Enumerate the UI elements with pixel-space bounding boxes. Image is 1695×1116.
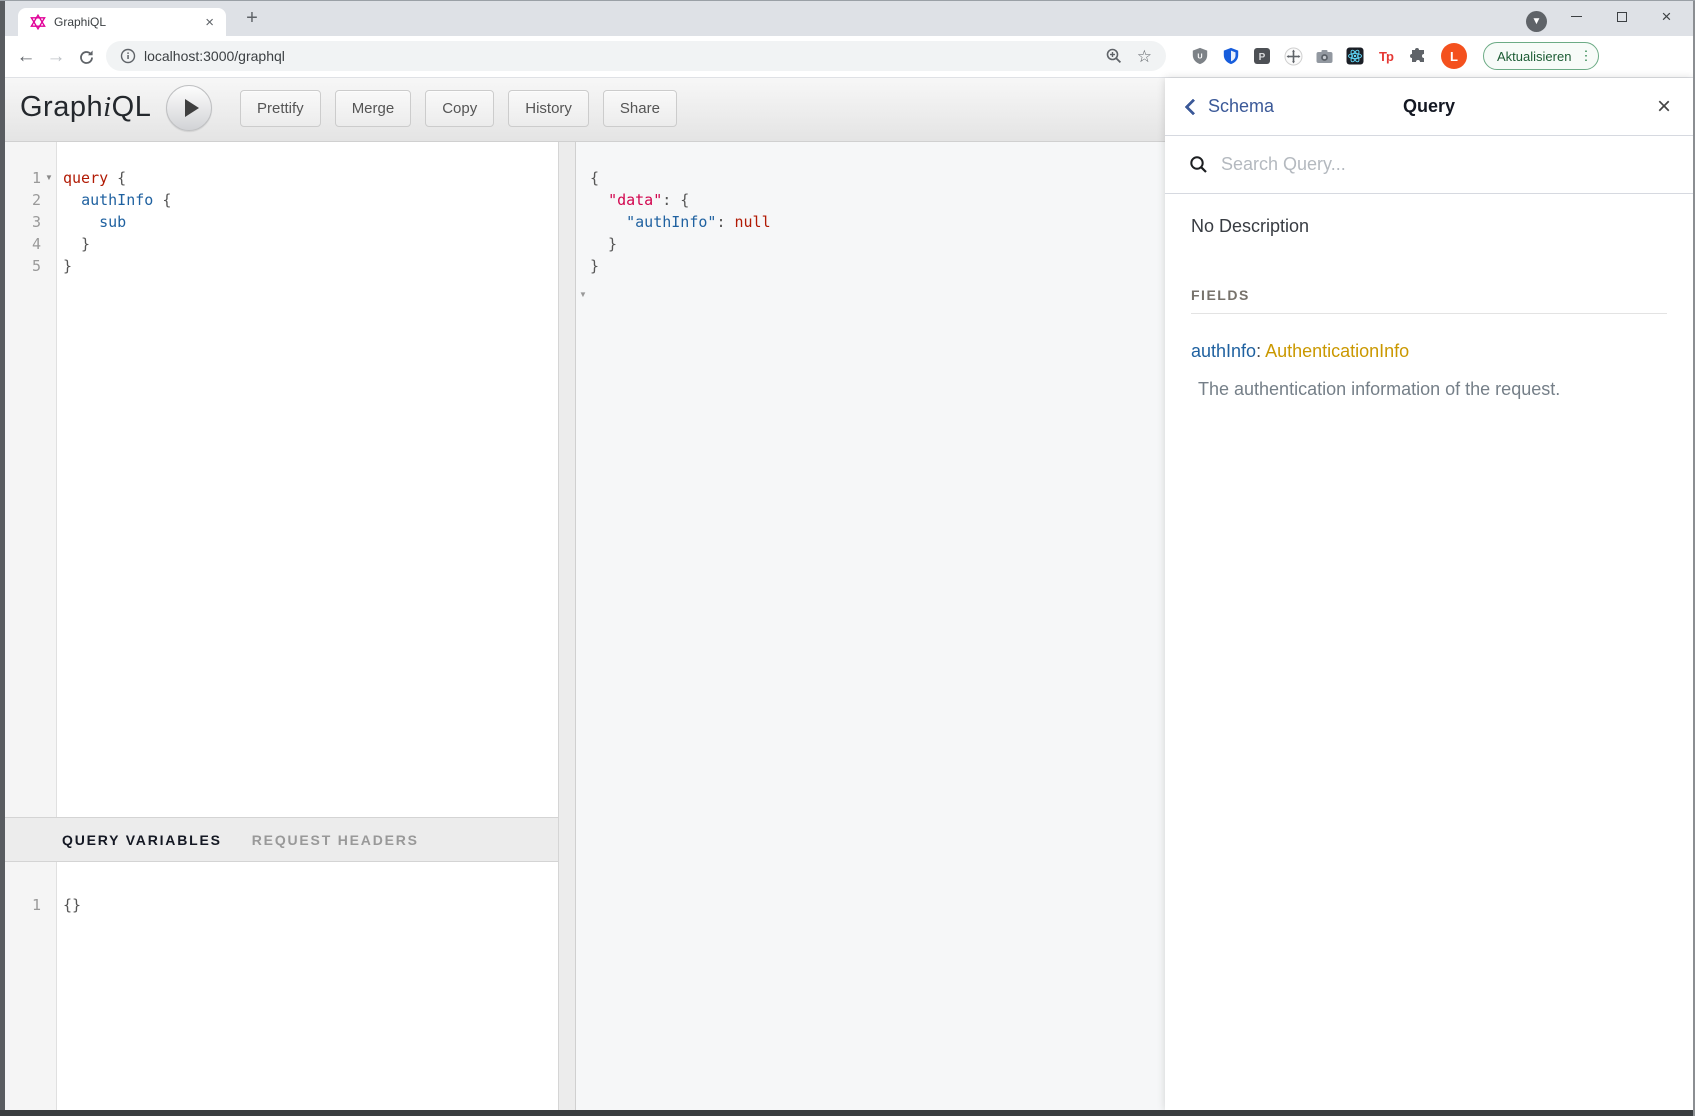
extension-react-devtools-icon[interactable] (1345, 46, 1365, 66)
page-info-icon[interactable] (120, 48, 136, 64)
type-name-link[interactable]: AuthenticationInfo (1265, 341, 1409, 361)
variables-title-bar: QUERY VARIABLES REQUEST HEADERS (5, 817, 558, 862)
line-number: 4 (5, 233, 41, 255)
close-icon[interactable]: × (1644, 0, 1689, 33)
extension-move-cross-icon[interactable] (1283, 46, 1303, 66)
query-variables-editor[interactable]: 1{} (5, 862, 558, 1110)
maximize-icon[interactable] (1599, 0, 1644, 33)
tab-close-icon[interactable]: × (201, 15, 218, 30)
graphql-favicon-icon (30, 14, 46, 30)
zoom-icon[interactable] (1105, 47, 1123, 65)
field-row: authInfo: AuthenticationInfo (1191, 341, 1667, 362)
window-controls: × (1554, 0, 1689, 33)
window-frame (0, 0, 1695, 1)
profile-avatar[interactable]: L (1441, 43, 1467, 69)
extension-tp-icon[interactable]: Tp (1376, 46, 1396, 66)
tab-title: GraphiQL (54, 15, 201, 29)
update-label: Aktualisieren (1497, 49, 1571, 64)
result-viewer[interactable]: ▼ { "data": { "authInfo": null }} (576, 142, 1165, 1110)
code-line: "data": { (584, 189, 1165, 211)
url-text: localhost:3000/graphql (144, 48, 1105, 64)
new-tab-button[interactable]: + (240, 6, 264, 30)
play-triangle-icon (185, 99, 199, 117)
query-editor[interactable]: 1▼query {2 authInfo {3 sub4 }5} (5, 142, 558, 817)
extension-gray-shield-icon[interactable]: U (1190, 46, 1210, 66)
code-line: 1{} (5, 894, 558, 916)
code-line: 3 sub (5, 211, 558, 233)
code-line: "authInfo": null (584, 211, 1165, 233)
reload-icon[interactable] (72, 43, 100, 71)
extension-camera-icon[interactable] (1314, 46, 1334, 66)
line-number: 1 (5, 167, 41, 189)
chrome-update-button[interactable]: Aktualisieren ⋮ (1483, 42, 1599, 70)
graphiql-topbar: GraphiQL Prettify Merge Copy History Share (5, 78, 1165, 142)
window-frame (0, 0, 5, 1116)
extensions-row: U P (1190, 42, 1599, 70)
toolbar-button-share[interactable]: Share (603, 90, 677, 127)
toolbar-button-merge[interactable]: Merge (335, 90, 412, 127)
kebab-menu-icon[interactable]: ⋮ (1579, 48, 1592, 64)
forward-icon[interactable]: → (42, 43, 70, 71)
code-line: 2 authInfo { (5, 189, 558, 211)
doc-explorer: Schema Query × No Description FIELDS aut… (1165, 78, 1693, 1110)
back-icon[interactable]: ← (12, 43, 40, 71)
extensions-puzzle-icon[interactable] (1407, 46, 1427, 66)
doc-close-icon[interactable]: × (1657, 95, 1671, 119)
doc-search-input[interactable] (1219, 153, 1669, 176)
toolbar-button-copy[interactable]: Copy (425, 90, 494, 127)
fold-marker-icon[interactable]: ▼ (41, 167, 57, 189)
extension-bitwarden-shield-icon[interactable] (1221, 46, 1241, 66)
tab-query-variables[interactable]: QUERY VARIABLES (62, 832, 222, 848)
line-number: 5 (5, 255, 41, 277)
doc-explorer-header: Schema Query × (1165, 78, 1693, 136)
field-colon: : (1256, 341, 1265, 361)
code-line: } (584, 255, 1165, 277)
code-line: { (584, 167, 1165, 189)
bookmark-star-icon[interactable]: ☆ (1137, 48, 1152, 65)
doc-search-row (1165, 136, 1693, 194)
browser-toolbar: ← → localhost:3000/graphql (0, 36, 1695, 78)
doc-body: No Description FIELDS authInfo: Authenti… (1165, 194, 1693, 422)
tab-request-headers[interactable]: REQUEST HEADERS (252, 832, 419, 848)
code-line: 4 } (5, 233, 558, 255)
minimize-icon[interactable] (1554, 0, 1599, 33)
line-number: 3 (5, 211, 41, 233)
type-description: No Description (1191, 216, 1667, 237)
line-number: 1 (5, 894, 41, 916)
browser-window: GraphiQL × + ▼ × ← → (0, 0, 1695, 1116)
graphiql-toolbar-buttons: Prettify Merge Copy History Share (240, 90, 677, 127)
browser-tab[interactable]: GraphiQL × (18, 8, 226, 36)
doc-back-label: Schema (1208, 96, 1274, 117)
execute-query-button[interactable] (166, 85, 212, 131)
address-bar[interactable]: localhost:3000/graphql ☆ (106, 41, 1166, 71)
graphiql-logo: GraphiQL (20, 91, 151, 124)
search-icon (1189, 155, 1209, 175)
field-name-link[interactable]: authInfo (1191, 341, 1256, 361)
fields-heading: FIELDS (1191, 287, 1667, 314)
extension-p-icon[interactable]: P (1252, 46, 1272, 66)
field-description: The authentication information of the re… (1191, 379, 1667, 400)
code-line: 1▼query { (5, 167, 558, 189)
svg-text:P: P (1259, 52, 1266, 63)
tab-search-icon[interactable]: ▼ (1526, 11, 1547, 32)
window-frame (0, 1110, 1695, 1116)
fold-marker-icon[interactable]: ▼ (579, 290, 587, 299)
pane-resize-handle[interactable] (558, 142, 576, 1110)
svg-text:U: U (1197, 51, 1202, 60)
tab-strip: GraphiQL × + ▼ × (0, 0, 1695, 36)
code-line: } (584, 233, 1165, 255)
toolbar-button-history[interactable]: History (508, 90, 589, 127)
doc-back-button[interactable]: Schema (1187, 96, 1274, 117)
line-number: 2 (5, 189, 41, 211)
code-line: 5} (5, 255, 558, 277)
chevron-left-icon (1185, 98, 1202, 115)
toolbar-button-prettify[interactable]: Prettify (240, 90, 321, 127)
